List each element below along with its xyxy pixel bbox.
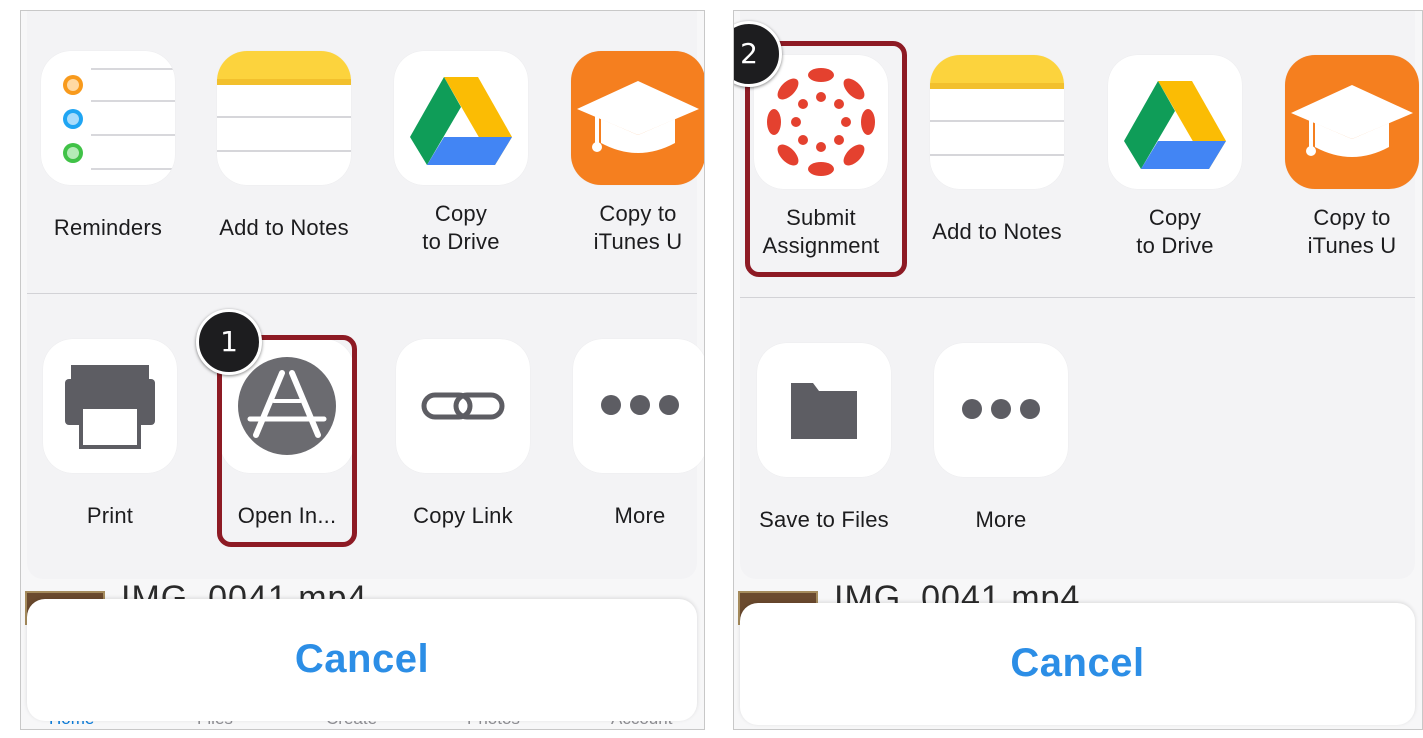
more-icon[interactable] [573, 339, 704, 473]
action-label-copy-link: Copy Link [413, 503, 513, 528]
itunes-u-icon[interactable] [571, 51, 704, 185]
link-icon[interactable] [396, 339, 530, 473]
share-sheet-left: IMG_0041.mp4 Home Files Create Photos Ac… [20, 10, 705, 730]
printer-icon[interactable] [43, 339, 177, 473]
step-badge-1: 1 [196, 309, 262, 375]
folder-icon[interactable] [757, 343, 891, 477]
app-label-copy-to-drive: Copy to Drive [422, 201, 500, 254]
row-divider [740, 297, 1415, 298]
app-label-reminders: Reminders [53, 215, 163, 240]
app-label-add-to-notes: Add to Notes [932, 219, 1062, 244]
app-label-add-to-notes: Add to Notes [219, 215, 349, 240]
app-label-copy-to-itunes-u: Copy to iTunes U [593, 201, 683, 254]
action-label-save-to-files: Save to Files [759, 507, 889, 532]
row-divider [27, 293, 697, 294]
notes-icon[interactable] [930, 55, 1064, 189]
app-label-copy-to-drive: Copy to Drive [1136, 205, 1214, 258]
share-sheet: Submit Assignment Add to Notes Copy to D… [740, 11, 1419, 579]
google-drive-icon[interactable] [1108, 55, 1242, 189]
share-sheet-right: IMG_0041.mp4 Home Files Create Photos Ac… [733, 10, 1423, 730]
reminders-icon[interactable] [41, 51, 175, 185]
action-label-more: More [975, 507, 1027, 532]
notes-icon[interactable] [217, 51, 351, 185]
action-label-more: More [614, 503, 666, 528]
cancel-button[interactable]: Cancel [27, 599, 697, 721]
share-sheet: Reminders Add to Notes Copy to Drive Cop… [27, 11, 704, 579]
more-icon[interactable] [934, 343, 1068, 477]
action-label-print: Print [86, 503, 134, 528]
google-drive-icon[interactable] [394, 51, 528, 185]
cancel-label: Cancel [294, 637, 430, 681]
cancel-button[interactable]: Cancel [740, 603, 1415, 725]
itunes-u-icon[interactable] [1285, 55, 1419, 189]
cancel-label: Cancel [1010, 641, 1145, 685]
app-label-copy-to-itunes-u: Copy to iTunes U [1307, 205, 1397, 258]
